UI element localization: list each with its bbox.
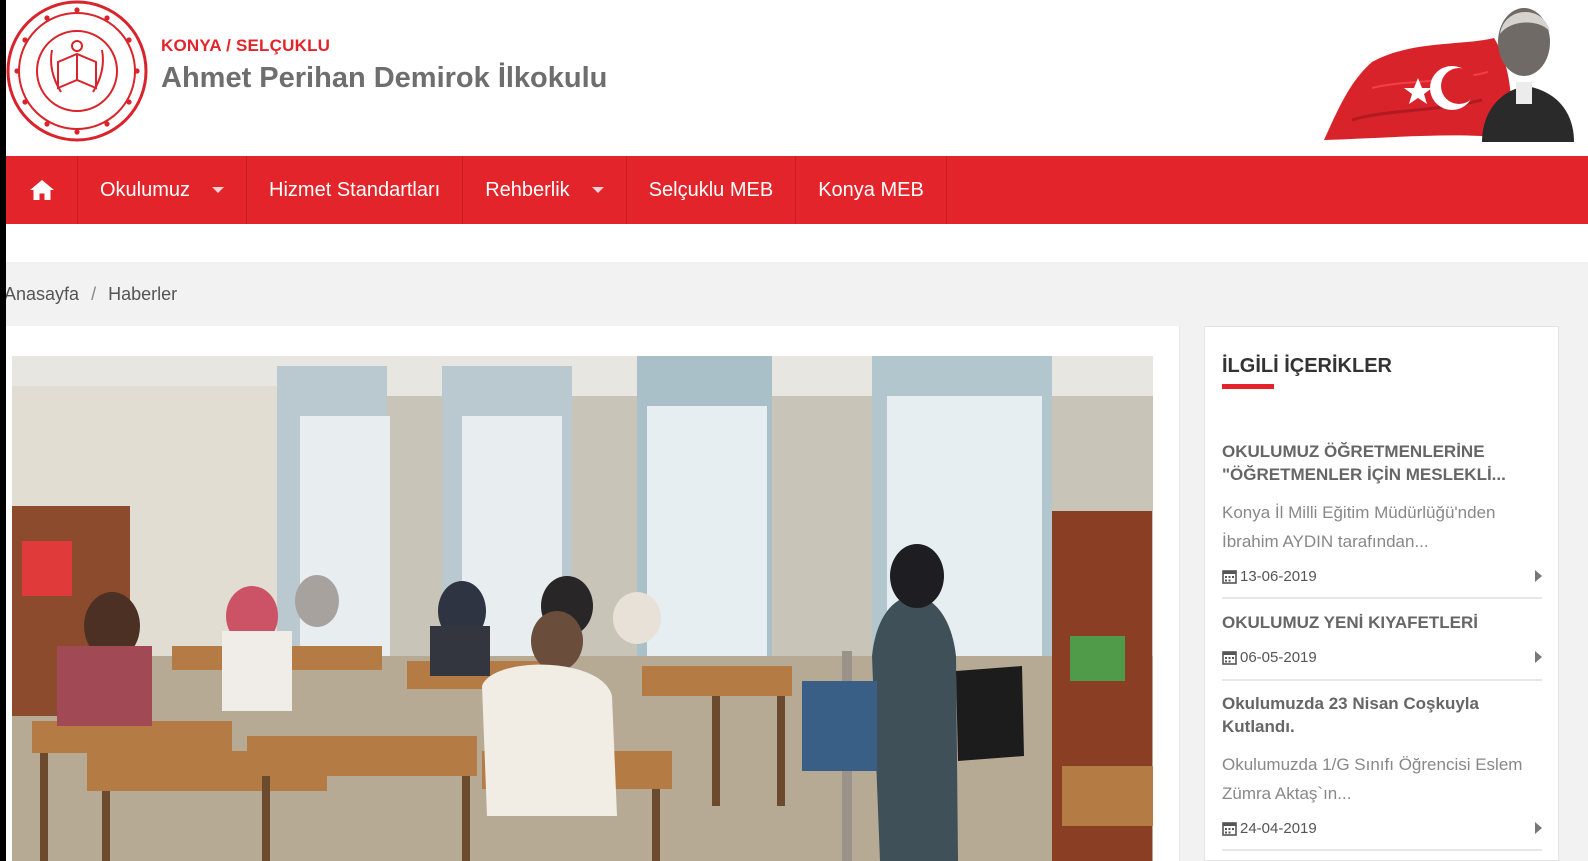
related-content-sidebar: İLGİLİ İÇERİKLER OKULUMUZ ÖĞRETMENLERİNE… — [1204, 326, 1559, 861]
news-meta: 06-05-2019 — [1222, 647, 1542, 667]
news-title[interactable]: OKULUMUZ YENİ KIYAFETLERİ — [1222, 611, 1542, 634]
main-nav: Okulumuz Hizmet Standartları Rehberlik S… — [6, 156, 1588, 224]
calendar-icon — [1222, 569, 1237, 584]
news-item[interactable]: Okulumuzda 23 Nisan Coşkuyla Kutlandı. O… — [1222, 692, 1542, 838]
nav-home-button[interactable] — [6, 156, 78, 224]
news-date: 24-04-2019 — [1240, 819, 1317, 837]
nav-item-label: Okulumuz — [100, 178, 191, 201]
home-icon — [29, 180, 54, 200]
news-photo — [12, 356, 1153, 861]
chevron-right-icon[interactable] — [1535, 651, 1542, 663]
breadcrumb-home-link[interactable]: Anasayfa — [6, 284, 79, 305]
nav-item-hizmet-standartlari[interactable]: Hizmet Standartları — [247, 156, 464, 224]
news-excerpt: Okulumuzda 1/G Sınıfı Öğrencisi Eslem Zü… — [1222, 755, 1523, 803]
calendar-icon — [1222, 821, 1237, 836]
news-divider — [1222, 849, 1542, 851]
news-excerpt: Konya İl Milli Eğitim Müdürlüğü'nden İbr… — [1222, 503, 1496, 551]
turkish-flag-ataturk-icon — [1324, 8, 1574, 142]
nav-item-okulumuz[interactable]: Okulumuz — [78, 156, 248, 224]
breadcrumb-separator: / — [91, 284, 97, 304]
news-meta: 13-06-2019 — [1222, 566, 1542, 586]
calendar-icon — [1222, 650, 1237, 665]
news-item[interactable]: OKULUMUZ ÖĞRETMENLERİNE "ÖĞRETMENLER İÇİ… — [1222, 440, 1542, 586]
site-header: KONYA / SELÇUKLU Ahmet Perihan Demirok İ… — [6, 0, 1588, 156]
news-content — [6, 326, 1180, 861]
chevron-down-icon — [591, 187, 604, 193]
breadcrumb: Anasayfa / Haberler — [6, 262, 1588, 326]
nav-item-rehberlik[interactable]: Rehberlik — [463, 156, 627, 224]
meb-seal-icon[interactable] — [6, 0, 148, 142]
nav-item-label: Konya MEB — [818, 178, 924, 201]
news-divider — [1222, 597, 1542, 599]
news-meta: 24-04-2019 — [1222, 818, 1542, 838]
page: KONYA / SELÇUKLU Ahmet Perihan Demirok İ… — [6, 0, 1588, 861]
news-date: 06-05-2019 — [1240, 648, 1317, 666]
chevron-right-icon[interactable] — [1535, 570, 1542, 582]
news-divider — [1222, 679, 1542, 681]
chevron-right-icon[interactable] — [1535, 822, 1542, 834]
nav-item-selcuklu-meb[interactable]: Selçuklu MEB — [627, 156, 797, 224]
nav-item-label: Selçuklu MEB — [648, 178, 774, 201]
chevron-down-icon — [212, 187, 225, 193]
news-title[interactable]: Okulumuzda 23 Nisan Coşkuyla Kutlandı. — [1222, 692, 1542, 738]
breadcrumb-current: Haberler — [108, 284, 178, 304]
news-title[interactable]: OKULUMUZ ÖĞRETMENLERİNE "ÖĞRETMENLER İÇİ… — [1222, 440, 1542, 486]
school-name[interactable]: Ahmet Perihan Demirok İlkokulu — [161, 62, 607, 95]
sidebar-title-underline — [1222, 384, 1274, 389]
nav-item-konya-meb[interactable]: Konya MEB — [796, 156, 947, 224]
news-item[interactable]: OKULUMUZ YENİ KIYAFETLERİ 06-05-2019 — [1222, 611, 1542, 667]
nav-item-label: Hizmet Standartları — [269, 178, 441, 201]
nav-item-label: Rehberlik — [485, 178, 570, 201]
news-date: 13-06-2019 — [1240, 567, 1317, 585]
sidebar-title: İLGİLİ İÇERİKLER — [1222, 355, 1392, 377]
school-region: KONYA / SELÇUKLU — [161, 36, 331, 55]
